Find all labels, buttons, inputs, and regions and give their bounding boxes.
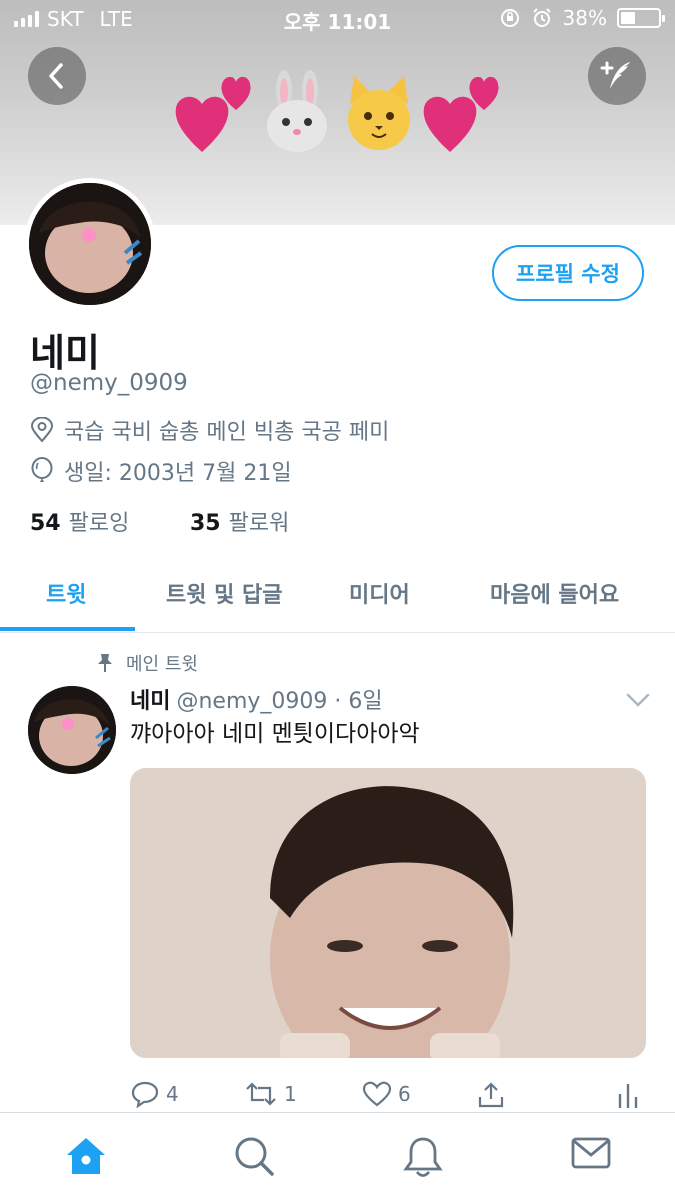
- followers-count: 35: [190, 511, 221, 536]
- profile-name: 네미: [30, 331, 100, 375]
- tweet-separator: ·: [334, 689, 342, 714]
- tab-tweets[interactable]: 트윗: [46, 577, 86, 609]
- following-count: 54: [30, 511, 61, 536]
- followers-link[interactable]: 35 팔로워: [190, 505, 289, 537]
- tab-media[interactable]: 미디어: [349, 577, 410, 609]
- chevron-left-icon: [49, 63, 63, 89]
- messages-icon[interactable]: [570, 1135, 612, 1171]
- analytics-button[interactable]: [616, 1080, 640, 1110]
- heart-outline-icon: [362, 1081, 392, 1107]
- home-icon[interactable]: [64, 1135, 108, 1177]
- profile-avatar[interactable]: [24, 178, 156, 310]
- tweet-media[interactable]: [130, 768, 646, 1058]
- battery-fill: [621, 12, 635, 24]
- tab-likes[interactable]: 마음에 들어요: [490, 577, 619, 609]
- reply-count: 4: [166, 1082, 179, 1106]
- tweet-header: 네미 @nemy_0909 · 6일: [130, 683, 383, 715]
- reply-icon: [131, 1081, 159, 1108]
- profile-tabs: 트윗 트윗 및 답글 미디어 마음에 들어요: [0, 555, 675, 633]
- tweet-author-handle[interactable]: @nemy_0909: [176, 689, 327, 714]
- bottom-tab-bar: [0, 1112, 675, 1200]
- profile-birthday: 생일: 2003년 7월 21일: [30, 455, 292, 487]
- active-tab-indicator: [0, 627, 135, 631]
- heart-icon: [423, 76, 499, 152]
- edit-profile-button[interactable]: 프로필 수정: [492, 245, 644, 301]
- retweet-button[interactable]: 1: [244, 1080, 297, 1108]
- heart-icon: [175, 76, 251, 152]
- reply-button[interactable]: 4: [130, 1080, 179, 1108]
- compose-tweet-button[interactable]: [588, 47, 646, 105]
- battery-icon: [617, 8, 665, 28]
- rotation-lock-icon: [500, 9, 519, 27]
- analytics-icon: [618, 1084, 638, 1108]
- chevron-down-icon[interactable]: [626, 692, 650, 708]
- tweet-author-name[interactable]: 네미: [130, 689, 170, 714]
- tweet-actions: 4 1 6: [130, 1080, 646, 1110]
- search-icon[interactable]: [233, 1135, 275, 1177]
- following-label: 팔로잉: [68, 511, 130, 536]
- notifications-icon[interactable]: [402, 1135, 444, 1179]
- retweet-icon: [246, 1082, 276, 1106]
- pinned-label: 메인 트윗: [96, 650, 198, 676]
- share-icon: [478, 1082, 504, 1108]
- status-bar: SKT LTE 오후 11:01 38%: [0, 0, 675, 38]
- share-button[interactable]: [476, 1080, 506, 1110]
- alarm-icon: [532, 8, 551, 27]
- cat-face-icon: [348, 76, 410, 150]
- battery-percent: 38%: [562, 6, 607, 30]
- tweet-avatar-image: [28, 686, 116, 774]
- like-button[interactable]: 6: [362, 1080, 411, 1108]
- tweet-avatar[interactable]: [28, 686, 116, 774]
- tweet-photo: [130, 768, 646, 1058]
- location-text: 국습 국비 숩총 메인 빅총 국공 페미: [64, 420, 390, 445]
- followers-label: 팔로워: [228, 511, 290, 536]
- rabbit-face-icon: [267, 70, 327, 152]
- avatar-image: [29, 183, 151, 305]
- retweet-count: 1: [284, 1082, 297, 1106]
- birthday-text: 생일: 2003년 7월 21일: [64, 461, 292, 486]
- pin-icon: [98, 654, 112, 672]
- avatar-photo: [29, 183, 151, 305]
- location-pin-icon: [30, 417, 54, 443]
- back-button[interactable]: [28, 47, 86, 105]
- pinned-text: 메인 트윗: [126, 654, 198, 675]
- tweet-text: 꺄아아아 네미 멘틧이다아아악: [130, 721, 420, 747]
- balloon-icon: [31, 457, 53, 482]
- profile-handle: @nemy_0909: [30, 370, 188, 396]
- tab-tweets-and-replies[interactable]: 트윗 및 답글: [166, 577, 283, 609]
- following-link[interactable]: 54 팔로잉: [30, 505, 129, 537]
- compose-tweet-icon: [600, 61, 630, 89]
- tweet-avatar-photo: [28, 686, 116, 774]
- like-count: 6: [398, 1082, 411, 1106]
- tweet-age: 6일: [348, 689, 383, 714]
- profile-location: 국습 국비 숩총 메인 빅총 국공 페미: [30, 414, 389, 446]
